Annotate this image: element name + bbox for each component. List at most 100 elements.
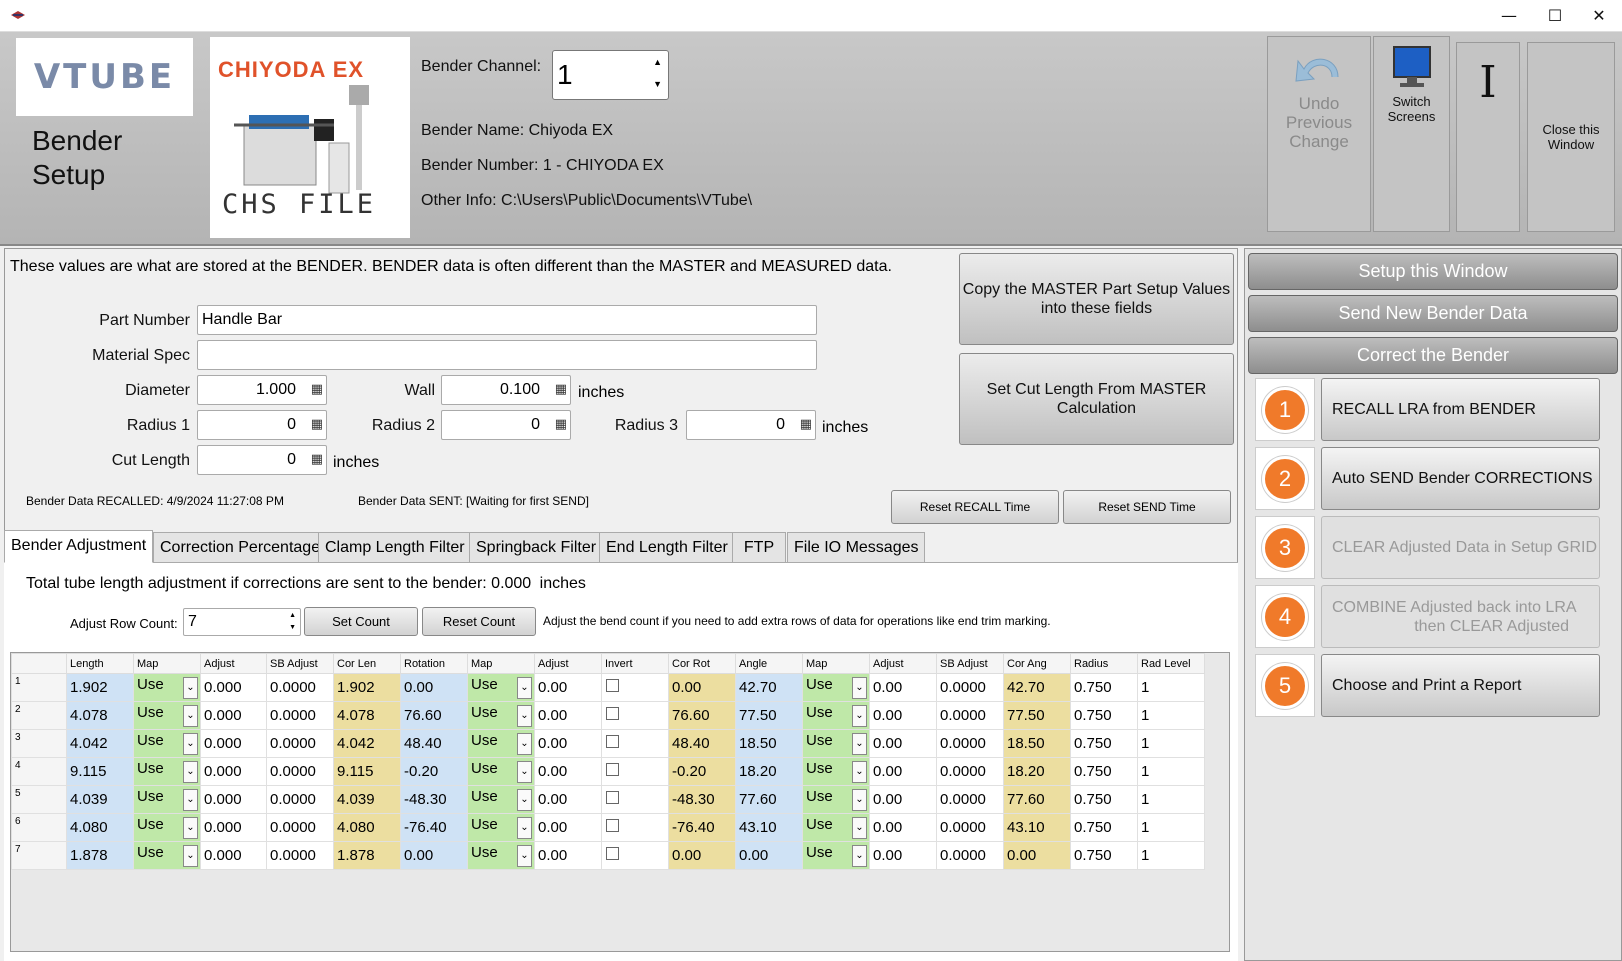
switch-screens-button[interactable]: Switch Screens: [1373, 36, 1450, 232]
grid-cell[interactable]: 0.000: [200, 701, 267, 730]
grid-cell[interactable]: 0.00: [869, 813, 937, 842]
grid-cell[interactable]: 1: [1137, 701, 1205, 730]
invert-checkbox[interactable]: [606, 707, 619, 720]
grid-cell[interactable]: 42.70: [735, 673, 803, 702]
grid-cell[interactable]: 1: [1137, 785, 1205, 814]
grid-cell[interactable]: 0.0000: [936, 673, 1004, 702]
grid-cell[interactable]: 77.50: [1003, 701, 1071, 730]
grid-cell[interactable]: 0.00: [400, 673, 468, 702]
grid-cell[interactable]: 0.00: [534, 729, 602, 758]
grid-cell[interactable]: -0.20: [668, 757, 736, 786]
invert-checkbox[interactable]: [606, 791, 619, 804]
grid-cell[interactable]: 0.00: [534, 841, 602, 870]
map-dropdown-cell[interactable]: Use ⌄: [802, 841, 870, 870]
map-dropdown-cell[interactable]: Use ⌄: [467, 729, 535, 758]
table-row[interactable]: 2 4.078 Use ⌄ 0.000 0.0000 4.078 76.60 Use ⌄ 0.00 7…: [11, 701, 1205, 730]
table-row[interactable]: 1 1.902 Use ⌄ 0.000 0.0000 1.902 0.00 Use ⌄ 0.00 0.…: [11, 673, 1205, 702]
map-value[interactable]: Use: [137, 844, 164, 861]
tab-bender-adjustment[interactable]: Bender Adjustment: [4, 530, 154, 563]
map-dropdown-cell[interactable]: Use ⌄: [802, 673, 870, 702]
grid-cell[interactable]: 0.000: [200, 673, 267, 702]
grid-cell[interactable]: -76.40: [400, 813, 468, 842]
map-dropdown-cell[interactable]: Use ⌄: [802, 813, 870, 842]
diameter-input[interactable]: 1.000 ▦: [197, 375, 327, 405]
invert-checkbox-cell[interactable]: [601, 841, 669, 870]
cut-length-input[interactable]: 0 ▦: [197, 445, 327, 475]
text-cursor-button[interactable]: I: [1456, 42, 1520, 232]
grid-cell[interactable]: 0.0000: [266, 673, 334, 702]
map-dropdown-cell[interactable]: Use ⌄: [802, 729, 870, 758]
map-dropdown-cell[interactable]: Use ⌄: [133, 813, 201, 842]
invert-checkbox-cell[interactable]: [601, 701, 669, 730]
map-dropdown-cell[interactable]: Use ⌄: [467, 813, 535, 842]
grid-cell[interactable]: 0.0000: [936, 701, 1004, 730]
grid-cell[interactable]: 77.60: [735, 785, 803, 814]
row-count-spinner[interactable]: 7 ▲ ▼: [183, 608, 301, 636]
spin-down-icon[interactable]: ▼: [289, 623, 296, 633]
spin-up-icon[interactable]: ▲: [653, 57, 662, 67]
map-value[interactable]: Use: [137, 816, 164, 833]
map-value[interactable]: Use: [137, 732, 164, 749]
grid-cell[interactable]: 0.0000: [936, 841, 1004, 870]
grid-cell[interactable]: 0.00: [869, 673, 937, 702]
wall-input[interactable]: 0.100 ▦: [441, 375, 571, 405]
map-value[interactable]: Use: [137, 704, 164, 721]
map-value[interactable]: Use: [471, 760, 498, 777]
grid-cell[interactable]: -76.40: [668, 813, 736, 842]
grid-cell[interactable]: 0.750: [1070, 673, 1138, 702]
spin-up-icon[interactable]: ▲: [289, 611, 296, 621]
reset-count-button[interactable]: Reset Count: [422, 607, 536, 636]
grid-cell[interactable]: 0.0000: [266, 785, 334, 814]
chevron-down-icon[interactable]: ⌄: [852, 761, 867, 783]
map-dropdown-cell[interactable]: Use ⌄: [133, 701, 201, 730]
table-row[interactable]: 4 9.115 Use ⌄ 0.000 0.0000 9.115 -0.20 Use ⌄ 0.00-…: [11, 757, 1205, 786]
grid-cell[interactable]: 1.878: [333, 841, 401, 870]
radius3-input[interactable]: 0 ▦: [686, 410, 816, 440]
grid-cell[interactable]: 76.60: [400, 701, 468, 730]
map-value[interactable]: Use: [806, 676, 833, 693]
chevron-down-icon[interactable]: ⌄: [183, 845, 198, 867]
invert-checkbox-cell[interactable]: [601, 729, 669, 758]
calculator-icon[interactable]: ▦: [309, 382, 323, 398]
chevron-down-icon[interactable]: ⌄: [183, 789, 198, 811]
map-dropdown-cell[interactable]: Use ⌄: [802, 785, 870, 814]
radius1-input[interactable]: 0 ▦: [197, 410, 327, 440]
grid-cell[interactable]: 4.039: [333, 785, 401, 814]
invert-checkbox[interactable]: [606, 763, 619, 776]
map-value[interactable]: Use: [471, 788, 498, 805]
grid-cell[interactable]: 0.00: [1003, 841, 1071, 870]
grid-cell[interactable]: 0.00: [534, 813, 602, 842]
channel-value[interactable]: 1: [557, 59, 573, 91]
map-value[interactable]: Use: [806, 844, 833, 861]
grid-cell[interactable]: 1.902: [66, 673, 134, 702]
grid-cell[interactable]: 0.00: [869, 785, 937, 814]
grid-cell[interactable]: 18.20: [735, 757, 803, 786]
map-value[interactable]: Use: [471, 704, 498, 721]
copy-master-button[interactable]: Copy the MASTER Part Setup Values into t…: [959, 253, 1234, 345]
grid-cell[interactable]: 18.20: [1003, 757, 1071, 786]
map-value[interactable]: Use: [806, 704, 833, 721]
grid-cell[interactable]: 4.042: [333, 729, 401, 758]
grid-cell[interactable]: 0.0000: [936, 813, 1004, 842]
invert-checkbox[interactable]: [606, 679, 619, 692]
table-row[interactable]: 6 4.080 Use ⌄ 0.000 0.0000 4.080 -76.40 Use ⌄ 0.00…: [11, 813, 1205, 842]
tab-ftp[interactable]: FTP: [732, 532, 786, 563]
maximize-button[interactable]: ☐: [1532, 0, 1578, 32]
table-row[interactable]: 7 1.878 Use ⌄ 0.000 0.0000 1.878 0.00 Use ⌄ 0.00 0.…: [11, 841, 1205, 870]
wall-value[interactable]: 0.100: [500, 381, 540, 398]
radius2-value[interactable]: 0: [531, 416, 540, 433]
grid-cell[interactable]: 0.000: [200, 729, 267, 758]
tab-end-length-filter[interactable]: End Length Filter: [599, 532, 735, 563]
grid-cell[interactable]: 1: [1137, 841, 1205, 870]
minimize-button[interactable]: —: [1486, 0, 1532, 32]
chevron-down-icon[interactable]: ⌄: [183, 733, 198, 755]
chevron-down-icon[interactable]: ⌄: [517, 733, 532, 755]
tab-file-io-messages[interactable]: File IO Messages: [787, 532, 926, 563]
map-value[interactable]: Use: [806, 760, 833, 777]
grid-cell[interactable]: 0.00: [534, 785, 602, 814]
invert-checkbox-cell[interactable]: [601, 813, 669, 842]
grid-cell[interactable]: 0.000: [200, 841, 267, 870]
invert-checkbox[interactable]: [606, 735, 619, 748]
grid-cell[interactable]: 0.0000: [266, 701, 334, 730]
chevron-down-icon[interactable]: ⌄: [517, 789, 532, 811]
